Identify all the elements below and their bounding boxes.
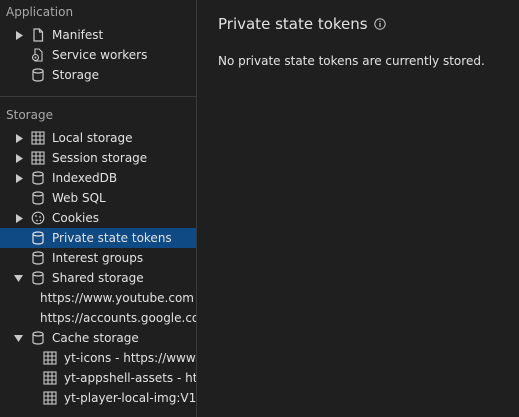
sidebar-item-local-storage[interactable]: Local storage <box>0 128 196 148</box>
collapse-arrow-icon[interactable] <box>13 273 23 283</box>
expand-arrow-icon[interactable] <box>14 30 24 40</box>
sidebar-item-cache-yt-icons[interactable]: yt-icons - https://www.youtube.com <box>0 348 196 368</box>
section-divider <box>0 96 196 97</box>
sidebar-item-cache-yt-player-local-img[interactable]: yt-player-local-img:V1815 <box>0 388 197 408</box>
collapse-arrow-icon[interactable] <box>13 333 23 343</box>
sidebar-item-storage[interactable]: Storage <box>0 65 196 85</box>
sidebar: Application Manifest Service workers Sto… <box>0 0 197 417</box>
sidebar-item-label: Local storage <box>52 131 133 145</box>
sidebar-item-web-sql[interactable]: Web SQL <box>0 188 196 208</box>
database-icon <box>32 271 44 285</box>
sidebar-item-label: Cookies <box>52 211 99 225</box>
table-icon <box>43 351 57 365</box>
expand-arrow-icon[interactable] <box>14 153 24 163</box>
table-icon <box>31 131 45 145</box>
sidebar-item-origin-google-accounts[interactable]: https://accounts.google.com <box>0 308 197 328</box>
database-icon <box>32 331 44 345</box>
sidebar-item-cookies[interactable]: Cookies <box>0 208 196 228</box>
main-panel: Private state tokens No private state to… <box>198 0 519 417</box>
sidebar-item-shared-storage[interactable]: Shared storage <box>0 268 196 288</box>
sidebar-item-service-workers[interactable]: Service workers <box>0 45 196 65</box>
sidebar-item-label: Session storage <box>52 151 148 165</box>
sidebar-item-label: Storage <box>52 68 99 82</box>
sidebar-item-private-state-tokens[interactable]: Private state tokens <box>0 228 196 248</box>
sidebar-item-cache-yt-appshell-assets[interactable]: yt-appshell-assets - https://www.youtube… <box>0 368 197 388</box>
database-icon <box>32 251 44 265</box>
sidebar-item-label: Interest groups <box>52 251 144 265</box>
sidebar-item-label: IndexedDB <box>52 171 118 185</box>
sidebar-item-manifest[interactable]: Manifest <box>0 25 196 45</box>
file-icon <box>33 28 44 42</box>
panel-header: Private state tokens <box>218 15 386 33</box>
sidebar-item-label: yt-icons - https://www.youtube.com <box>64 351 196 365</box>
sidebar-item-origin-youtube[interactable]: https://www.youtube.com <box>0 288 196 308</box>
gear-icon <box>31 48 43 62</box>
sidebar-item-label: Cache storage <box>52 331 139 345</box>
application-section-header: Application <box>6 5 74 19</box>
expand-arrow-icon[interactable] <box>14 173 24 183</box>
expand-arrow-icon[interactable] <box>14 133 24 143</box>
table-icon <box>31 151 45 165</box>
sidebar-item-label: https://www.youtube.com <box>40 291 194 305</box>
database-icon <box>32 171 44 185</box>
storage-section-header: Storage <box>6 108 53 122</box>
empty-state-message: No private state tokens are currently st… <box>218 54 485 68</box>
sidebar-item-interest-groups[interactable]: Interest groups <box>0 248 196 268</box>
database-icon <box>32 231 44 245</box>
database-icon <box>32 68 44 82</box>
cookie-icon <box>31 211 45 225</box>
table-icon <box>43 371 57 385</box>
sidebar-item-label: https://accounts.google.com <box>40 311 197 325</box>
sidebar-item-indexeddb[interactable]: IndexedDB <box>0 168 196 188</box>
page-title: Private state tokens <box>218 15 368 33</box>
expand-arrow-icon[interactable] <box>14 213 24 223</box>
database-icon <box>32 191 44 205</box>
sidebar-item-cache-storage[interactable]: Cache storage <box>0 328 196 348</box>
sidebar-item-label: Shared storage <box>52 271 144 285</box>
sidebar-item-session-storage[interactable]: Session storage <box>0 148 196 168</box>
sidebar-item-label: Manifest <box>52 28 104 42</box>
sidebar-item-label: Private state tokens <box>52 231 172 245</box>
sidebar-item-label: yt-player-local-img:V1815 <box>64 391 197 405</box>
sidebar-item-label: yt-appshell-assets - https://www.youtube… <box>64 371 197 385</box>
sidebar-item-label: Service workers <box>52 48 148 62</box>
table-icon <box>43 391 57 405</box>
info-icon[interactable] <box>373 18 386 30</box>
sidebar-item-label: Web SQL <box>52 191 106 205</box>
